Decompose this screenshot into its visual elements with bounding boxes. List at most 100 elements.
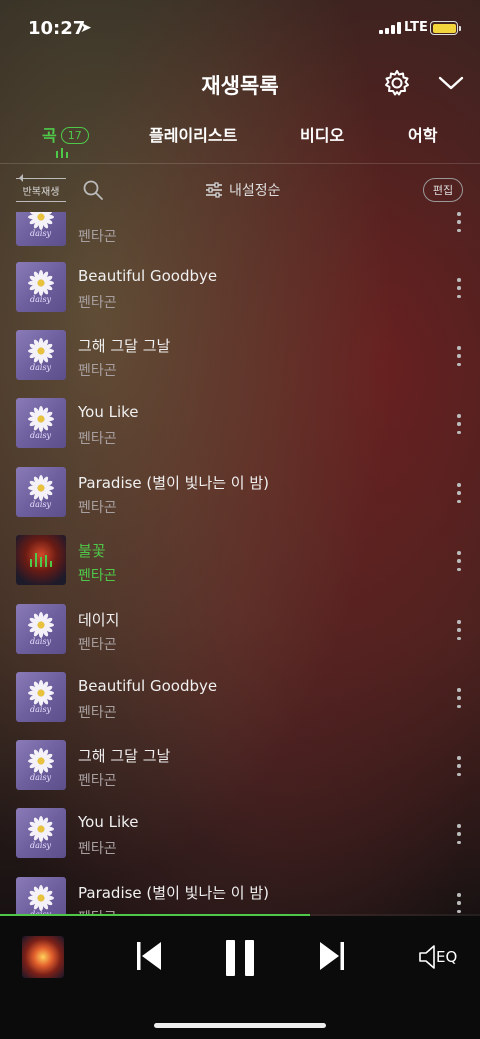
chevron-down-icon[interactable] <box>437 71 465 95</box>
song-title: 데이지 <box>78 611 120 629</box>
album-art: daisy <box>16 467 66 517</box>
song-row[interactable]: daisy You Like 펜타곤 <box>0 808 480 876</box>
daisy-flower-icon <box>28 612 54 638</box>
album-art: daisy <box>16 808 66 858</box>
song-list: daisy 펜타곤 daisy Beautiful Goodbye 펜타곤 daisy 그해… <box>0 212 480 916</box>
song-artist: 펜타곤 <box>78 295 117 311</box>
header: 재생목록 <box>0 62 480 106</box>
battery-icon <box>430 21 461 35</box>
daisy-flower-icon <box>28 680 54 706</box>
tab-language[interactable]: 어학 <box>408 122 437 146</box>
eq-label: EQ <box>436 948 458 966</box>
song-artist: 펜타곤 <box>78 705 117 721</box>
album-art-script: daisy <box>30 773 52 782</box>
daisy-flower-icon <box>28 748 54 774</box>
song-row[interactable]: daisyParadise (별이 빛나는 이 밤)펜타곤 <box>0 877 480 916</box>
song-row[interactable]: daisy 그해 그달 그날펜타곤 <box>0 330 480 398</box>
tab-songs[interactable]: 곡 17 <box>42 122 89 146</box>
song-row[interactable]: daisyParadise (별이 빛나는 이 밤)펜타곤 <box>0 467 480 535</box>
more-options-icon[interactable] <box>454 893 464 913</box>
more-options-icon[interactable] <box>454 212 464 232</box>
playing-indicator-icon <box>30 553 52 567</box>
now-playing-eq-icon <box>56 148 68 158</box>
song-row[interactable]: daisy You Like 펜타곤 <box>0 398 480 466</box>
search-icon[interactable] <box>82 179 104 201</box>
daisy-flower-icon <box>28 212 54 230</box>
album-art: daisy <box>16 672 66 722</box>
album-art: daisy <box>16 877 66 916</box>
song-row[interactable]: daisy 데이지 펜타곤 <box>0 604 480 672</box>
album-art-script: daisy <box>30 431 52 440</box>
more-options-icon[interactable] <box>454 278 464 298</box>
album-art-script: daisy <box>30 229 52 238</box>
pause-icon[interactable] <box>223 938 257 978</box>
song-row[interactable]: daisy 그해 그달 그날펜타곤 <box>0 740 480 808</box>
song-title: You Like <box>78 813 139 831</box>
song-title: 그해 그달 그날 <box>78 747 171 765</box>
song-row[interactable]: daisy Beautiful Goodbye 펜타곤 <box>0 262 480 330</box>
album-art-script: daisy <box>30 841 52 850</box>
song-artist: 펜타곤 <box>78 500 117 516</box>
tab-playlists[interactable]: 플레이리스트 <box>149 122 237 146</box>
song-row[interactable]: daisy Beautiful Goodbye 펜타곤 <box>0 672 480 740</box>
tab-videos[interactable]: 비디오 <box>300 122 344 146</box>
sort-label: 내설정순 <box>229 183 281 199</box>
song-title: Beautiful Goodbye <box>78 677 218 695</box>
album-art-script: daisy <box>30 705 52 714</box>
song-count-badge: 17 <box>60 127 89 144</box>
song-artist: 펜타곤 <box>78 229 117 245</box>
song-row[interactable]: 불꽃펜타곤 <box>0 535 480 603</box>
daisy-flower-icon <box>28 270 54 296</box>
album-art-script: daisy <box>30 295 52 304</box>
previous-track-icon[interactable] <box>134 938 164 974</box>
more-options-icon[interactable] <box>454 824 464 844</box>
song-artist: 펜타곤 <box>78 363 117 379</box>
tab-bar: 곡 17 플레이리스트 비디오 어학 <box>0 118 480 160</box>
status-time: 10:27 <box>28 18 86 39</box>
daisy-flower-icon <box>28 475 54 501</box>
more-options-icon[interactable] <box>454 756 464 776</box>
speaker-icon <box>419 945 435 969</box>
daisy-flower-icon <box>28 406 54 432</box>
edit-button[interactable]: 편집 <box>423 178 463 202</box>
home-indicator <box>154 1023 326 1028</box>
list-toolbar: 반복재생 내설정순 편집 <box>0 172 480 208</box>
song-artist: 펜타곤 <box>78 773 117 789</box>
more-options-icon[interactable] <box>454 551 464 571</box>
song-title: 불꽃 <box>78 542 106 560</box>
sort-sliders-icon <box>206 182 222 198</box>
eq-button[interactable]: EQ <box>418 944 457 970</box>
next-track-icon[interactable] <box>317 938 347 974</box>
more-options-icon[interactable] <box>454 620 464 640</box>
album-art <box>16 535 66 585</box>
daisy-flower-icon <box>28 816 54 842</box>
daisy-flower-icon <box>28 885 54 911</box>
mini-player: EQ <box>0 916 480 1039</box>
song-row[interactable]: daisy 펜타곤 <box>0 212 480 264</box>
album-art: daisy <box>16 398 66 448</box>
song-title: Paradise (별이 빛나는 이 밤) <box>78 884 270 902</box>
status-bar: 10:27 ➤ LTE <box>0 0 480 58</box>
song-artist: 펜타곤 <box>78 568 117 584</box>
more-options-icon[interactable] <box>454 688 464 708</box>
settings-gear-icon[interactable] <box>383 69 411 97</box>
sort-button[interactable]: 내설정순 <box>205 180 281 200</box>
daisy-flower-icon <box>28 338 54 364</box>
song-title: Beautiful Goodbye <box>78 267 218 285</box>
location-arrow-icon: ➤ <box>80 20 92 36</box>
song-title: 그해 그달 그날 <box>78 337 171 355</box>
mini-player-album-art[interactable] <box>22 936 64 978</box>
album-art: daisy <box>16 212 66 246</box>
song-title: You Like <box>78 403 139 421</box>
album-art: daisy <box>16 262 66 312</box>
song-artist: 펜타곤 <box>78 841 117 857</box>
more-options-icon[interactable] <box>454 483 464 503</box>
repeat-button[interactable]: 반복재생 <box>16 174 66 202</box>
tab-songs-label: 곡 <box>42 126 57 145</box>
album-art-script: daisy <box>30 363 52 372</box>
more-options-icon[interactable] <box>454 414 464 434</box>
album-art-script: daisy <box>30 637 52 646</box>
more-options-icon[interactable] <box>454 346 464 366</box>
album-art-script: daisy <box>30 500 52 509</box>
album-art: daisy <box>16 740 66 790</box>
